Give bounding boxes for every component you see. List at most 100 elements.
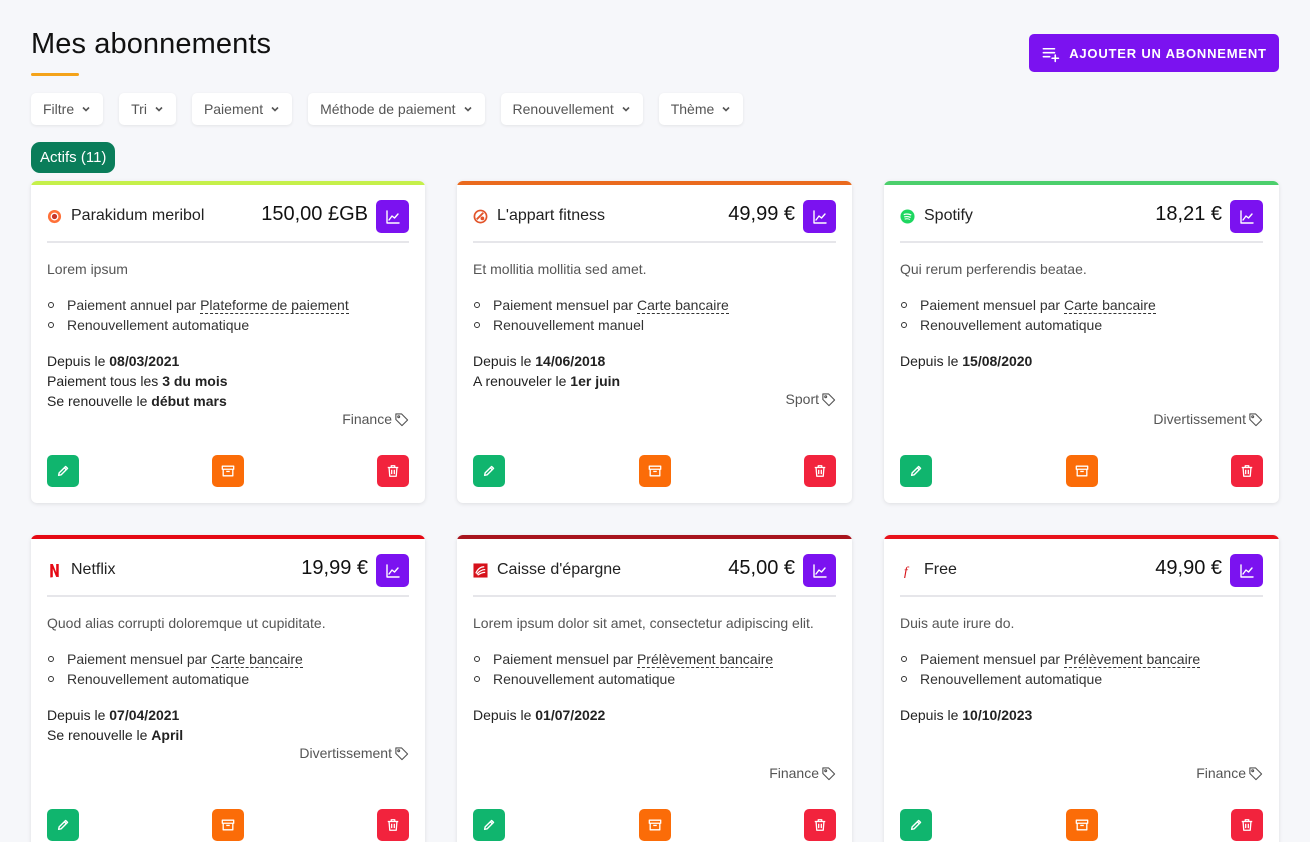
payment-method[interactable]: Carte bancaire bbox=[636, 297, 729, 314]
chevron-down-icon bbox=[155, 106, 163, 112]
info-line: A renouveler le 1er juin bbox=[473, 371, 620, 391]
subscription-info: Depuis le 14/06/2018 A renouveler le 1er … bbox=[473, 351, 620, 391]
info-value: 15/08/2020 bbox=[962, 353, 1033, 369]
card-color-bar bbox=[457, 535, 852, 539]
chart-icon bbox=[385, 209, 400, 224]
info-label: Se renouvelle le bbox=[47, 727, 148, 743]
chart-button[interactable] bbox=[803, 200, 836, 233]
filter-dropdown-methode[interactable]: Méthode de paiement bbox=[308, 93, 485, 125]
archive-button[interactable] bbox=[638, 455, 671, 487]
card-color-bar bbox=[457, 181, 852, 185]
edit-button[interactable] bbox=[47, 809, 79, 841]
free-logo-icon: f bbox=[900, 563, 915, 578]
info-label: Depuis le bbox=[900, 707, 959, 723]
category-label: Finance bbox=[769, 765, 819, 781]
status-badge[interactable]: Actifs (11) bbox=[31, 142, 116, 173]
subscription-features: Paiement mensuel par Carte bancaire Renou… bbox=[901, 295, 1156, 335]
info-value: 1er juin bbox=[570, 373, 621, 389]
category-label: Divertissement bbox=[299, 745, 392, 761]
info-value: 01/07/2022 bbox=[535, 707, 606, 723]
trash-icon bbox=[1241, 465, 1253, 477]
filter-label: Renouvellement bbox=[512, 101, 614, 117]
filter-dropdown-tri[interactable]: Tri bbox=[119, 93, 176, 125]
payment-prefix: Paiement mensuel par bbox=[67, 651, 208, 667]
card-actions bbox=[900, 809, 1263, 841]
payment-prefix: Paiement mensuel par bbox=[920, 651, 1061, 667]
edit-button[interactable] bbox=[900, 809, 932, 841]
filter-label: Thème bbox=[670, 101, 715, 117]
subscription-name: Free bbox=[924, 561, 957, 578]
pencil-icon bbox=[483, 819, 495, 831]
archive-button[interactable] bbox=[638, 809, 671, 841]
chart-button[interactable] bbox=[376, 554, 409, 587]
card-color-bar bbox=[884, 535, 1279, 539]
info-label: A renouveler le bbox=[473, 373, 567, 389]
info-line: Depuis le 07/04/2021 bbox=[47, 705, 183, 725]
category-label: Finance bbox=[342, 411, 392, 427]
edit-button[interactable] bbox=[473, 809, 505, 841]
payment-method[interactable]: Plateforme de paiement bbox=[200, 297, 349, 314]
info-line: Depuis le 14/06/2018 bbox=[473, 351, 620, 371]
card-header: Caisse d'épargne 45,00 € bbox=[473, 554, 836, 597]
add-subscription-button[interactable]: AJOUTER UN ABONNEMENT bbox=[1029, 34, 1279, 72]
info-line: Depuis le 01/07/2022 bbox=[473, 705, 605, 725]
edit-button[interactable] bbox=[900, 455, 932, 487]
info-label: Depuis le bbox=[47, 353, 106, 369]
chart-icon bbox=[812, 209, 827, 224]
payment-method[interactable]: Carte bancaire bbox=[210, 651, 303, 668]
delete-button[interactable] bbox=[1231, 455, 1263, 487]
card-header: f Free 49,90 € bbox=[900, 554, 1263, 597]
category-tag: Finance bbox=[1196, 765, 1263, 781]
info-value: 10/10/2023 bbox=[962, 707, 1033, 723]
chart-icon bbox=[1239, 209, 1254, 224]
payment-line: Paiement mensuel par Carte bancaire bbox=[474, 295, 729, 315]
delete-button[interactable] bbox=[804, 809, 836, 841]
subscription-price: 49,90 € bbox=[1155, 557, 1222, 579]
payment-method[interactable]: Prélèvement bancaire bbox=[1063, 651, 1201, 668]
archive-icon bbox=[648, 819, 661, 831]
filter-dropdown-filtre[interactable]: Filtre bbox=[31, 93, 104, 125]
page-title: Mes abonnements bbox=[31, 28, 272, 60]
subscription-price: 18,21 € bbox=[1155, 203, 1222, 225]
delete-button[interactable] bbox=[1231, 809, 1263, 841]
subscription-features: Paiement annuel par Plateforme de paieme… bbox=[48, 295, 349, 335]
archive-button[interactable] bbox=[212, 455, 244, 487]
edit-button[interactable] bbox=[473, 455, 505, 487]
tag-icon bbox=[822, 392, 836, 406]
pencil-icon bbox=[57, 465, 69, 477]
archive-button[interactable] bbox=[1065, 809, 1098, 841]
spotify-logo-icon bbox=[900, 209, 915, 224]
edit-button[interactable] bbox=[47, 455, 79, 487]
subscription-description: Quod alias corrupti doloremque ut cupidi… bbox=[47, 615, 326, 631]
renewal-line: Renouvellement automatique bbox=[48, 315, 349, 335]
delete-button[interactable] bbox=[804, 455, 836, 487]
info-line: Depuis le 10/10/2023 bbox=[900, 705, 1032, 725]
archive-button[interactable] bbox=[212, 809, 244, 841]
subscription-description: Lorem ipsum bbox=[47, 261, 128, 277]
card-actions bbox=[473, 455, 836, 487]
info-line: Paiement tous les 3 du mois bbox=[47, 371, 228, 391]
archive-button[interactable] bbox=[1065, 455, 1098, 487]
chart-button[interactable] bbox=[376, 200, 409, 233]
filter-dropdown-theme[interactable]: Thème bbox=[658, 93, 744, 125]
renewal-line: Renouvellement automatique bbox=[48, 669, 303, 689]
chevron-down-icon bbox=[271, 106, 279, 112]
chart-button[interactable] bbox=[803, 554, 836, 587]
delete-button[interactable] bbox=[377, 809, 409, 841]
payment-method[interactable]: Carte bancaire bbox=[1063, 297, 1156, 314]
archive-icon bbox=[221, 465, 235, 477]
category-tag: Finance bbox=[769, 765, 836, 781]
info-value: 07/04/2021 bbox=[109, 707, 180, 723]
delete-button[interactable] bbox=[377, 455, 409, 487]
chart-button[interactable] bbox=[1230, 554, 1263, 587]
pencil-icon bbox=[910, 819, 922, 831]
filter-label: Méthode de paiement bbox=[320, 101, 456, 117]
payment-method[interactable]: Prélèvement bancaire bbox=[636, 651, 774, 668]
tag-icon bbox=[395, 412, 409, 426]
info-line: Se renouvelle le April bbox=[47, 725, 183, 745]
playlist-add-icon bbox=[1042, 47, 1060, 62]
filter-dropdown-paiement[interactable]: Paiement bbox=[191, 93, 293, 125]
trash-icon bbox=[387, 819, 399, 831]
filter-dropdown-renouvellement[interactable]: Renouvellement bbox=[500, 93, 643, 125]
chart-button[interactable] bbox=[1230, 200, 1263, 233]
